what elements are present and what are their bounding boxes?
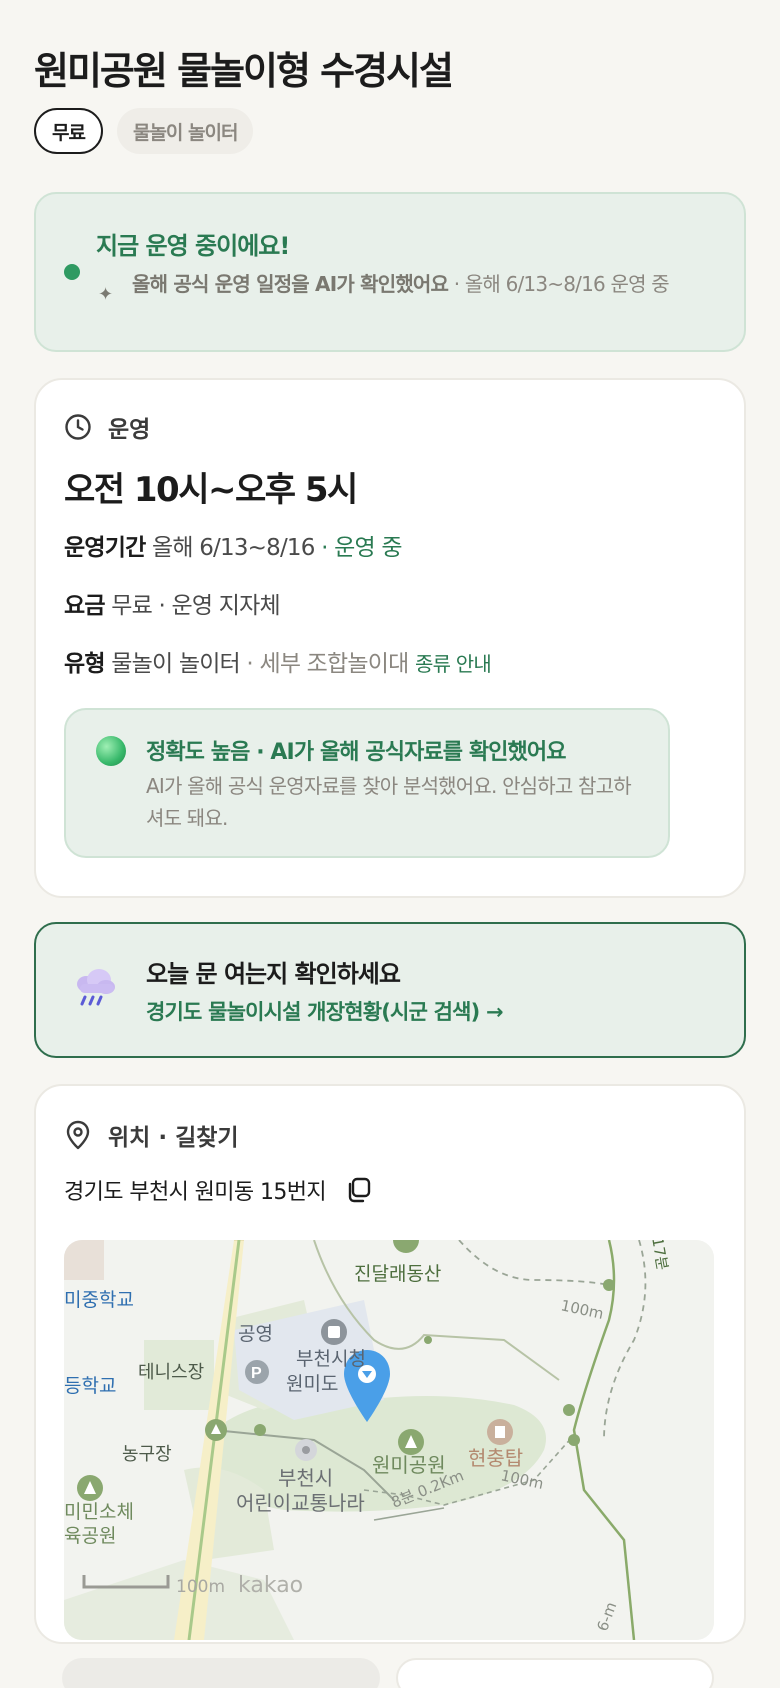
accuracy-title: 정확도 높음 · AI가 올해 공식자료를 확인했어요 [146, 740, 566, 765]
map-label-middle-school: 미중학교 [64, 1289, 134, 1311]
map-label-city-hall: 부천시청 [296, 1348, 366, 1370]
location-pin-icon [66, 1120, 90, 1150]
map-label-school: 등학교 [64, 1375, 116, 1397]
accuracy-indicator-icon [96, 736, 126, 766]
tag-free[interactable]: 무료 [34, 108, 103, 154]
map-label-bucheon: 부천시 [278, 1466, 333, 1490]
clock-icon [65, 414, 91, 440]
location-label: 위치 · 길찾기 [108, 1125, 239, 1151]
map-scale: 100m [176, 1577, 225, 1597]
period-value: 올해 6/13~8/16 [151, 535, 315, 561]
location-card: 위치 · 길찾기 경기도 부천시 원미동 15번지 P 진달래동산 미중학교 공… [34, 1084, 746, 1644]
status-dot-icon [64, 264, 80, 280]
page: 원미공원 물놀이형 수경시설 무료 물놀이 놀이터 지금 운영 중이에요! ✦ … [0, 0, 780, 1644]
map-label-traffic-park: 어린이교통나라 [236, 1491, 365, 1515]
type-detail: · 세부 조합놀이대 [239, 651, 409, 677]
type-label: 유형 [64, 651, 106, 677]
map-label-wonmido: 원미도 [286, 1373, 338, 1395]
type-guide-link[interactable]: 종류 안내 [415, 652, 492, 676]
type-value: 물놀이 놀이터 [111, 651, 240, 677]
page-title: 원미공원 물놀이형 수경시설 [34, 49, 454, 93]
operating-hours: 오전 10시~오후 5시 [64, 470, 358, 510]
location-header: 위치 · 길찾기 [64, 1118, 239, 1152]
accuracy-description: AI가 올해 공식 운영자료를 찾아 분석했어요. 안심하고 참고하셔도 돼요. [146, 774, 632, 830]
map-label-jindallae: 진달래동산 [354, 1263, 441, 1285]
map-label-public: 공영 [238, 1323, 273, 1345]
fee-value: 무료 · 운영 지자체 [111, 593, 280, 619]
period-note: · 올해 6/13~8/16 운영 중 [448, 272, 670, 296]
accuracy-box: 정확도 높음 · AI가 올해 공식자료를 확인했어요 AI가 올해 공식 운영… [64, 708, 670, 858]
fee-row: 요금 무료 · 운영 지자체 [64, 586, 281, 620]
bottom-action-left[interactable] [62, 1658, 380, 1688]
fee-label: 요금 [64, 593, 106, 619]
ai-note: 올해 공식 운영 일정을 AI가 확인했어요 [132, 272, 449, 296]
check-title: 오늘 문 여는지 확인하세요 [146, 960, 401, 988]
period-status: · 운영 중 [314, 535, 402, 561]
map-brand: kakao [238, 1573, 303, 1598]
svg-text:P: P [251, 1365, 262, 1382]
copy-icon[interactable] [346, 1177, 372, 1203]
check-open-card[interactable]: 오늘 문 여는지 확인하세요 경기도 물놀이시설 개장현황(시군 검색) → [34, 922, 746, 1058]
bottom-action-right[interactable] [396, 1658, 714, 1688]
operation-header: 운영 [64, 410, 150, 444]
period-label: 운영기간 [64, 535, 146, 561]
operation-card: 운영 오전 10시~오후 5시 운영기간 올해 6/13~8/16 · 운영 중… [34, 378, 746, 898]
map-label-gym: 미민소체 [64, 1501, 134, 1523]
map-label-basketball: 농구장 [122, 1444, 172, 1465]
map-canvas[interactable]: P 진달래동산 미중학교 공영 부천시청 원미도 테니스장 등학교 농구장 부천… [64, 1240, 714, 1640]
gyeonggi-status-link[interactable]: 경기도 물놀이시설 개장현황(시군 검색) → [146, 996, 504, 1026]
map-label-memorial: 현충탑 [468, 1446, 523, 1470]
address-text: 경기도 부천시 원미동 15번지 [64, 1180, 327, 1205]
rain-cloud-icon [77, 969, 115, 1006]
map-view[interactable]: P 진달래동산 미중학교 공영 부천시청 원미도 테니스장 등학교 농구장 부천… [64, 1240, 714, 1640]
map-label-wonmi-park: 원미공원 [372, 1453, 446, 1477]
type-row: 유형 물놀이 놀이터 · 세부 조합놀이대 종류 안내 [64, 644, 492, 678]
operating-status-card: 지금 운영 중이에요! ✦ 올해 공식 운영 일정을 AI가 확인했어요 · 올… [34, 192, 746, 352]
period-row: 운영기간 올해 6/13~8/16 · 운영 중 [64, 528, 403, 562]
map-label-gym-park: 육공원 [64, 1525, 116, 1547]
tag-water-playground[interactable]: 물놀이 놀이터 [116, 108, 254, 154]
operation-label: 운영 [108, 417, 151, 443]
map-label-tennis: 테니스장 [138, 1362, 204, 1383]
tag-list: 무료 물놀이 놀이터 [34, 108, 746, 154]
status-title: 지금 운영 중이에요! [96, 232, 290, 260]
status-subtitle: 올해 공식 운영 일정을 AI가 확인했어요 · 올해 6/13~8/16 운영… [132, 270, 712, 299]
address-row: 경기도 부천시 원미동 15번지 [64, 1174, 372, 1206]
sparkle-icon: ✦ [98, 284, 114, 305]
